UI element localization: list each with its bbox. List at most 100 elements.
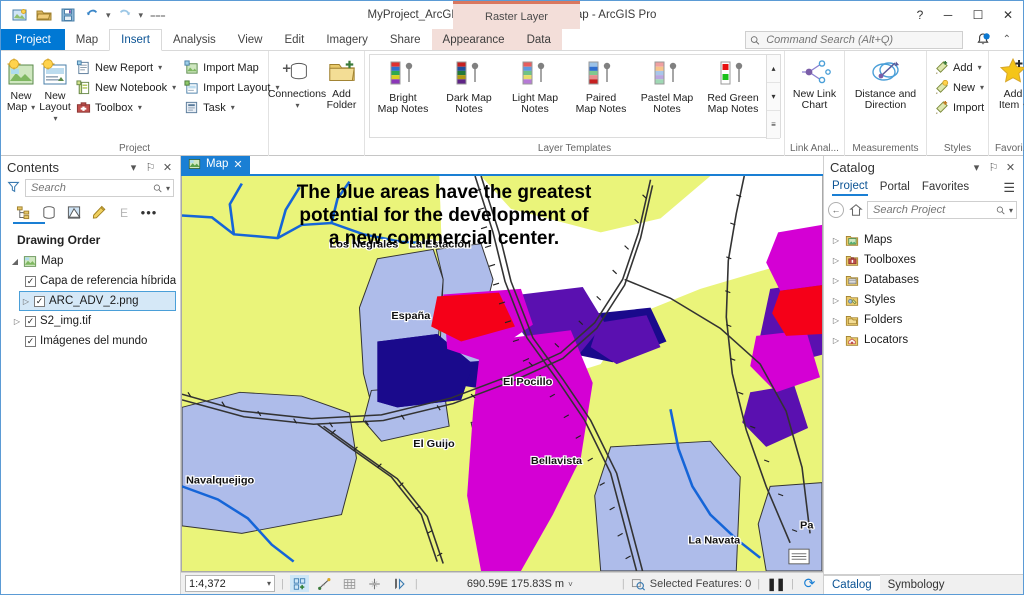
expand-arrow-icon[interactable]: ▷ — [13, 317, 21, 326]
expand-arrow-icon[interactable]: ▷ — [832, 276, 840, 285]
collapse-ribbon-icon[interactable]: ⌃ — [1003, 34, 1011, 45]
map-canvas[interactable]: Los Negrales La Estáción España El Pocil… — [181, 176, 823, 572]
layer-checkbox[interactable]: ✓ — [25, 275, 36, 287]
expand-arrow-icon[interactable]: ▷ — [832, 296, 840, 305]
contents-root-map[interactable]: ◢ Map — [1, 251, 180, 271]
coordinates-units-caret[interactable]: ˅ — [568, 580, 573, 589]
more-options-icon[interactable]: ••• — [140, 204, 158, 221]
layer-checkbox[interactable]: ✓ — [25, 315, 36, 327]
ribbon-tab-edit[interactable]: Edit — [273, 29, 315, 50]
add-item-button[interactable]: AddItem ▾ — [993, 54, 1024, 111]
list-by-drawing-order-icon[interactable] — [15, 204, 33, 221]
gallery-expand-button[interactable]: ≡ — [767, 111, 780, 139]
gallery-item-pastel-map-notes[interactable]: Pastel Map Notes — [634, 55, 700, 115]
map-scale-box[interactable]: 1:4,372 ▾ — [185, 575, 275, 592]
catalog-item-locators[interactable]: ▷ Locators — [824, 330, 1023, 350]
catalog-search-input[interactable] — [871, 203, 995, 217]
map-scale-caret[interactable]: ▾ — [267, 579, 271, 588]
help-button[interactable]: ? — [907, 1, 933, 29]
import-style-button[interactable]: Import — [931, 98, 987, 117]
catalog-back-icon[interactable]: ← — [828, 202, 844, 218]
expand-arrow-icon[interactable]: ▷ — [22, 297, 30, 306]
dock-tab-symbology[interactable]: Symbology — [880, 575, 953, 594]
catalog-search-options-caret[interactable]: ▾ — [1009, 206, 1013, 215]
minimize-button[interactable]: ─ — [933, 1, 963, 29]
crosshair-tool-icon[interactable] — [365, 575, 384, 592]
expand-arrow-icon[interactable]: ▷ — [832, 316, 840, 325]
snapping-toggle-icon[interactable] — [289, 575, 309, 592]
ribbon-tab-share[interactable]: Share — [379, 29, 432, 50]
list-by-editing-icon[interactable] — [90, 204, 108, 221]
catalog-tab-project[interactable]: Project — [832, 180, 868, 196]
connections-button[interactable]: Connections ▾ — [268, 54, 326, 111]
gallery-item-light-map-notes[interactable]: Light Map Notes — [502, 55, 568, 115]
command-search-input[interactable] — [764, 33, 958, 47]
ribbon-tab-analysis[interactable]: Analysis — [162, 29, 227, 50]
customize-qat-icon[interactable]: ⩶ — [149, 10, 166, 21]
catalog-tab-favorites[interactable]: Favorites — [922, 181, 969, 195]
contents-search-box[interactable]: ▾ — [25, 179, 174, 197]
ribbon-tab-view[interactable]: View — [227, 29, 274, 50]
undo-dropdown-caret[interactable]: ▾ — [105, 10, 112, 21]
redo-dropdown-caret[interactable]: ▾ — [138, 10, 145, 21]
new-layout-button[interactable]: New Layout ▾ — [39, 54, 71, 124]
expand-arrow-icon[interactable]: ▷ — [832, 256, 840, 265]
new-project-icon[interactable] — [9, 4, 31, 26]
layer-row-arc-adv-2-png[interactable]: ▷ ✓ ARC_ADV_2.png — [19, 291, 176, 311]
new-toolbox-button[interactable]: Toolbox ▾ — [73, 98, 179, 117]
catalog-search-box[interactable]: ▾ — [867, 201, 1017, 219]
gallery-scrollbar[interactable]: ▴ ▾ ≡ — [766, 55, 780, 139]
new-link-chart-button[interactable]: New Link Chart — [789, 54, 840, 111]
expand-arrow-icon[interactable]: ◢ — [11, 257, 19, 266]
ribbon-tab-map[interactable]: Map — [65, 29, 109, 50]
catalog-options-hamburger-icon[interactable]: ☰ — [1003, 180, 1015, 196]
ribbon-tab-imagery[interactable]: Imagery — [315, 29, 379, 50]
layer-checkbox[interactable]: ✓ — [34, 295, 45, 307]
maximize-button[interactable]: ☐ — [963, 1, 993, 29]
layer-row-capa-de-referencia-hibrida[interactable]: ✓ Capa de referencia híbrida — [1, 271, 180, 291]
expand-arrow-icon[interactable]: ▷ — [832, 336, 840, 345]
list-by-data-source-icon[interactable] — [40, 204, 58, 221]
catalog-item-toolboxes[interactable]: ▷ Toolboxes — [824, 250, 1023, 270]
measure-tool-icon[interactable] — [315, 575, 334, 592]
view-tab-map[interactable]: Map ✕ — [181, 154, 250, 174]
redo-icon[interactable] — [114, 4, 136, 26]
grid-tool-icon[interactable] — [340, 575, 359, 592]
notifications-icon[interactable] — [975, 32, 991, 48]
ribbon-tab-insert[interactable]: Insert — [109, 29, 162, 51]
contents-search-input[interactable] — [29, 181, 152, 195]
catalog-item-styles[interactable]: ▷ Styles — [824, 290, 1023, 310]
new-map-button[interactable]: New Map ▾ — [5, 54, 37, 113]
gallery-item-paired-map-notes[interactable]: Paired Map Notes — [568, 55, 634, 115]
new-report-button[interactable]: New Report ▾ — [73, 58, 179, 77]
catalog-home-icon[interactable] — [847, 202, 864, 219]
catalog-menu-icon[interactable]: ▾ — [970, 161, 983, 174]
search-options-caret[interactable]: ▾ — [166, 184, 170, 193]
catalog-item-maps[interactable]: ▷ Maps — [824, 230, 1023, 250]
add-style-button[interactable]: Add ▾ — [931, 58, 987, 77]
gallery-item-red-green-map-notes[interactable]: Red Green Map Notes — [700, 55, 766, 115]
map-overview-icon[interactable] — [788, 548, 810, 565]
gallery-item-bright-map-notes[interactable]: Bright Map Notes — [370, 55, 436, 115]
new-style-button[interactable]: New ▾ — [931, 78, 987, 97]
layer-checkbox[interactable]: ✓ — [25, 335, 36, 347]
refresh-icon[interactable]: ⟳ — [800, 575, 819, 592]
pause-drawing-icon[interactable]: ❚❚ — [766, 575, 786, 592]
expand-arrow-icon[interactable]: ▷ — [832, 236, 840, 245]
new-notebook-button[interactable]: New Notebook ▾ — [73, 78, 179, 97]
gallery-scroll-up-button[interactable]: ▴ — [767, 55, 780, 83]
layer-row-s2-img-tif[interactable]: ▷ ✓ S2_img.tif — [1, 311, 180, 331]
bookmark-tool-icon[interactable] — [390, 575, 409, 592]
ribbon-tab-project[interactable]: Project — [1, 29, 65, 50]
gallery-item-dark-map-notes[interactable]: Dark Map Notes — [436, 55, 502, 115]
view-tab-close-icon[interactable]: ✕ — [233, 158, 242, 171]
ribbon-tab-appearance[interactable]: Appearance — [431, 29, 516, 50]
catalog-item-folders[interactable]: ▷ Folders — [824, 310, 1023, 330]
filter-icon[interactable] — [7, 180, 21, 196]
catalog-tab-portal[interactable]: Portal — [880, 181, 910, 195]
catalog-close-icon[interactable]: ✕ — [1004, 161, 1017, 174]
import-map-button[interactable]: Import Map — [181, 58, 282, 77]
close-button[interactable]: ✕ — [993, 1, 1023, 29]
save-project-icon[interactable] — [57, 4, 79, 26]
undo-icon[interactable] — [81, 4, 103, 26]
